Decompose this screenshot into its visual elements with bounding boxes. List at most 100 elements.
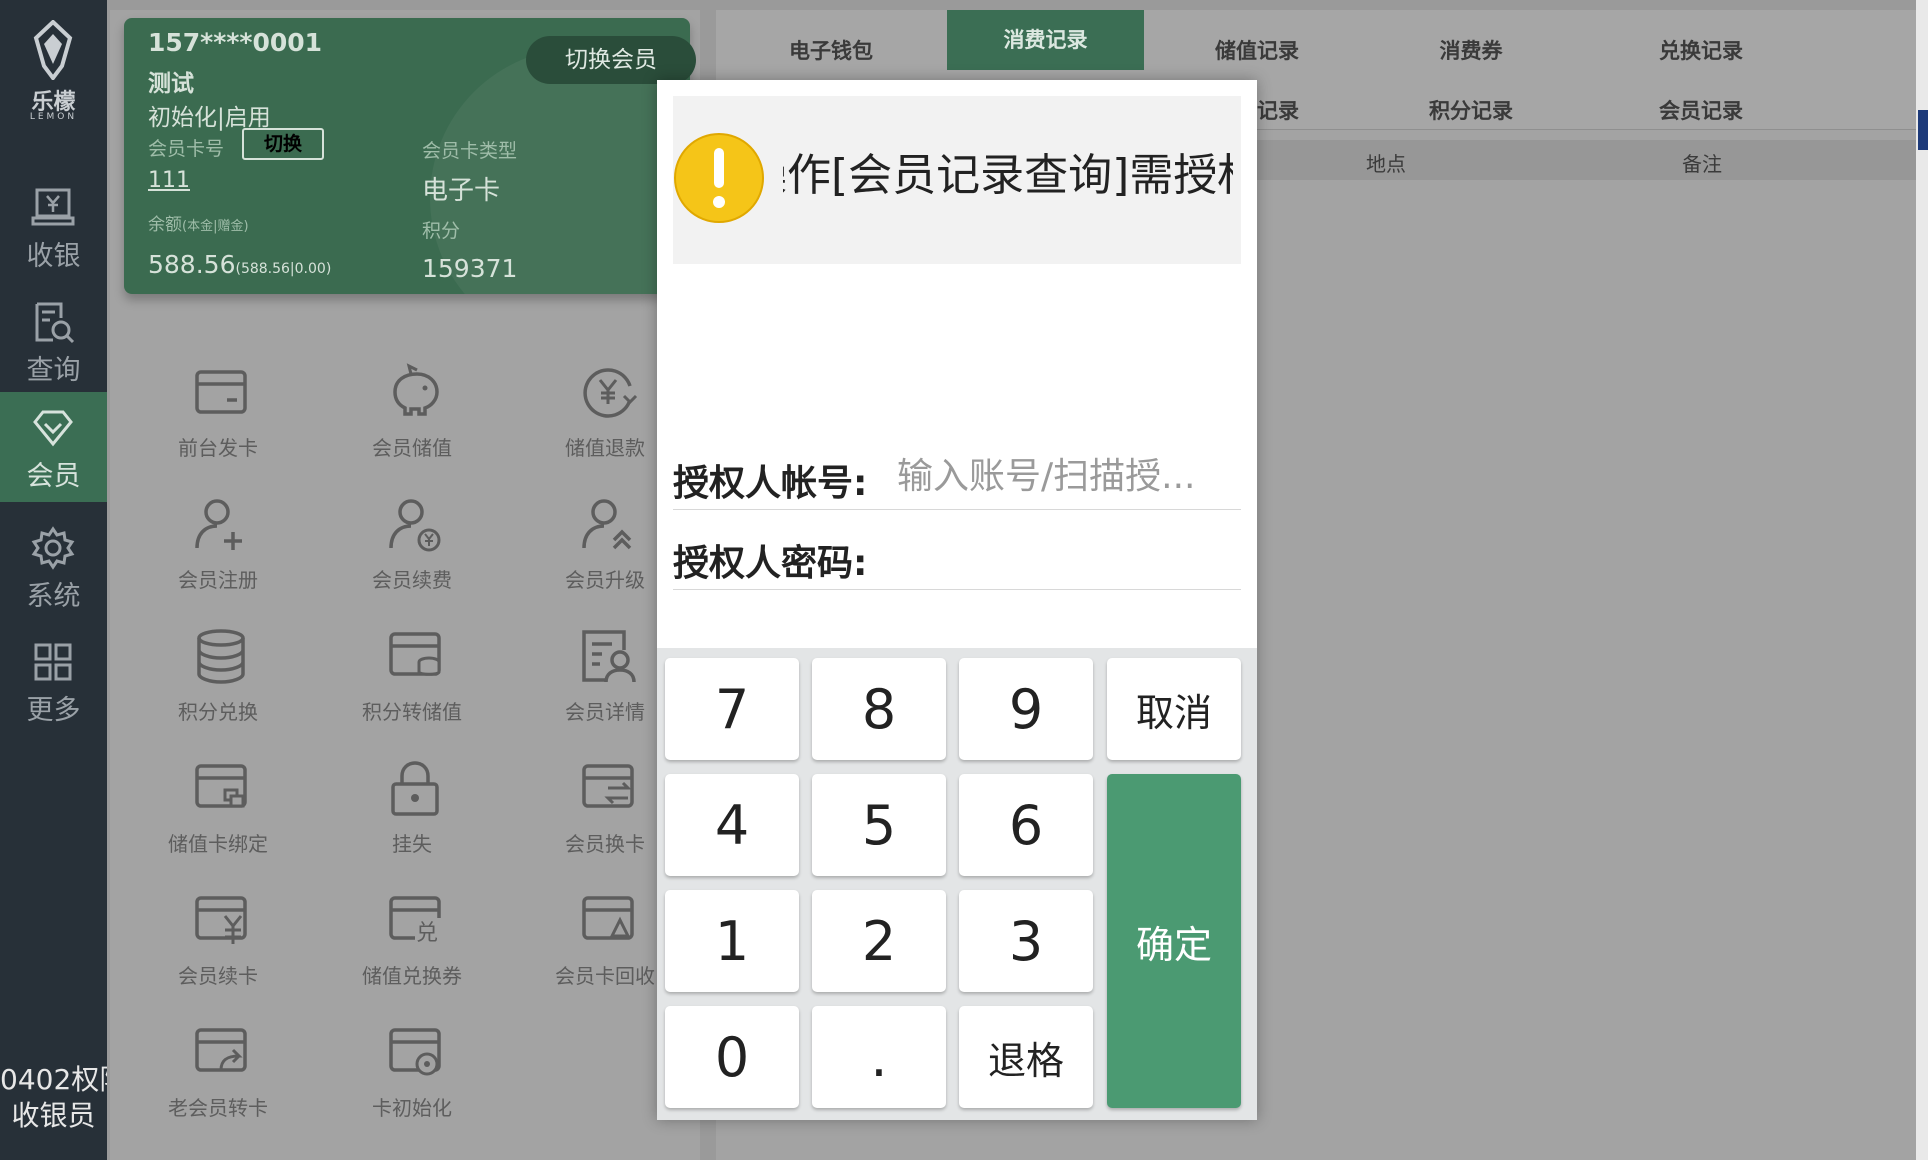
key-5[interactable]: 5 [812,774,946,876]
user-renew-icon [389,499,441,552]
tab-e-wallet[interactable]: 电子钱包 [736,22,926,80]
backspace-button[interactable]: 退格 [959,1006,1093,1108]
user-add-icon [195,499,242,550]
action-label: 积分转储值 [362,700,462,724]
card-switch-button[interactable]: 切换 [242,128,324,160]
key-1[interactable]: 1 [665,890,799,992]
key-4[interactable]: 4 [665,774,799,876]
nav-label: 会员 [26,461,81,492]
action-label: 老会员转卡 [168,1096,268,1120]
grid-more-icon [34,643,72,681]
operator-permission: 0402权限 [0,1063,107,1096]
query-icon [35,302,75,344]
action-points-redeem[interactable]: 积分兑换 [133,626,303,746]
key-7[interactable]: 7 [665,658,799,760]
lock-icon [391,761,439,816]
card-type-label: 会员卡类型 [422,140,518,162]
nav-item-member[interactable]: 会员 [0,392,107,502]
action-label: 前台发卡 [178,436,258,460]
action-card-renew[interactable]: 会员续卡 [133,890,303,1010]
cashier-icon [31,188,75,226]
card-type: 电子卡 [422,176,501,206]
action-label: 储值卡绑定 [168,832,268,856]
points-transfer-icon [389,632,441,676]
action-points-to-deposit[interactable]: 积分转储值 [327,626,497,746]
nav-label: 系统 [26,581,81,612]
key-8[interactable]: 8 [812,658,946,760]
member-name: 测试 [148,71,194,97]
tab-consumption-records[interactable]: 消费记录 [947,10,1144,70]
nav-item-system[interactable]: 系统 [0,512,107,622]
warning-icon [674,133,764,223]
brand-sub: LEMON [29,112,78,122]
tab-member-records[interactable]: 会员记录 [1606,82,1796,140]
action-member-renew[interactable]: 会员续费 [327,494,497,614]
password-label: 授权人密码: [673,543,868,584]
column-location: 地点 [1366,152,1406,176]
balance-sub-label: (本金|赠金) [182,219,249,234]
scrollbar[interactable] [1916,0,1928,1160]
key-2[interactable]: 2 [812,890,946,992]
action-voucher-exchange[interactable]: 兑 储值兑换券 [327,890,497,1010]
switch-member-button[interactable]: 切换会员 [526,36,696,84]
account-input[interactable] [895,450,1241,502]
key-6[interactable]: 6 [959,774,1093,876]
yuan-refund-icon [583,368,638,418]
authorization-message: 操作[会员记录查询]需授权 [783,150,1233,201]
card-bind-icon [195,764,247,808]
balance-value: 588.56 [148,250,236,279]
action-label: 卡初始化 [372,1096,452,1120]
card-number[interactable]: 111 [148,168,190,193]
action-old-member-transfer[interactable]: 老会员转卡 [133,1022,303,1142]
voucher-exchange-icon: 兑 [389,896,443,946]
authorization-dialog: 操作[会员记录查询]需授权 授权人帐号: 授权人密码: 7 8 9 取消 4 5… [657,80,1257,1120]
key-3[interactable]: 3 [959,890,1093,992]
card-exchange-icon [582,764,634,808]
action-member-deposit[interactable]: 会员储值 [327,362,497,482]
action-label: 会员储值 [372,436,452,460]
password-input[interactable] [895,530,1241,582]
account-field: 授权人帐号: [673,440,1241,510]
piggy-bank-icon [393,363,439,416]
action-label: 会员注册 [178,568,258,592]
svg-text:兑: 兑 [416,921,438,946]
tab-points-records[interactable]: 积分记录 [1376,82,1566,140]
action-report-loss[interactable]: 挂失 [327,758,497,878]
points-label: 积分 [422,220,461,242]
action-issue-card[interactable]: 前台发卡 [133,362,303,482]
nav-item-cashier[interactable]: 收银 [0,172,107,282]
balance-label: 余额 [148,215,182,235]
tab-redeem-records[interactable]: 兑换记录 [1606,22,1796,80]
numeric-keypad: 7 8 9 取消 4 5 6 1 2 3 0 . 退格 确定 [657,648,1257,1120]
points-value: 159371 [422,254,518,283]
tab-vouchers[interactable]: 消费券 [1376,22,1566,80]
password-field: 授权人密码: [673,520,1241,590]
brand-logo: 乐檬 LEMON [0,0,107,140]
points-stack-icon [197,629,245,684]
card-transfer-icon [195,1028,247,1072]
nav-label: 查询 [26,355,81,386]
member-detail-icon [582,630,636,683]
cancel-button[interactable]: 取消 [1107,658,1241,760]
left-sidebar: 乐檬 LEMON 收银 查询 会员 系统 更多 0402权限 收银员 [0,0,107,1160]
action-label: 挂失 [392,832,432,856]
settings-gear-icon [31,526,75,570]
nav-item-query[interactable]: 查询 [0,286,107,396]
member-phone: 157****0001 [148,28,323,57]
nav-item-more[interactable]: 更多 [0,626,107,736]
member-status: 初始化|启用 [148,105,271,131]
card-init-icon [389,1028,441,1076]
action-card-init[interactable]: 卡初始化 [327,1022,497,1142]
key-decimal[interactable]: . [812,1006,946,1108]
action-card-bind[interactable]: 储值卡绑定 [133,758,303,878]
action-member-register[interactable]: 会员注册 [133,494,303,614]
nav-label: 收银 [26,241,81,272]
card-recycle-icon [582,896,634,940]
confirm-button[interactable]: 确定 [1107,774,1241,1108]
action-label: 会员续费 [372,568,452,592]
key-0[interactable]: 0 [665,1006,799,1108]
operator-role: 收银员 [11,1099,96,1132]
tab-deposit-records[interactable]: 储值记录 [1162,22,1352,80]
column-remark: 备注 [1682,152,1722,176]
key-9[interactable]: 9 [959,658,1093,760]
